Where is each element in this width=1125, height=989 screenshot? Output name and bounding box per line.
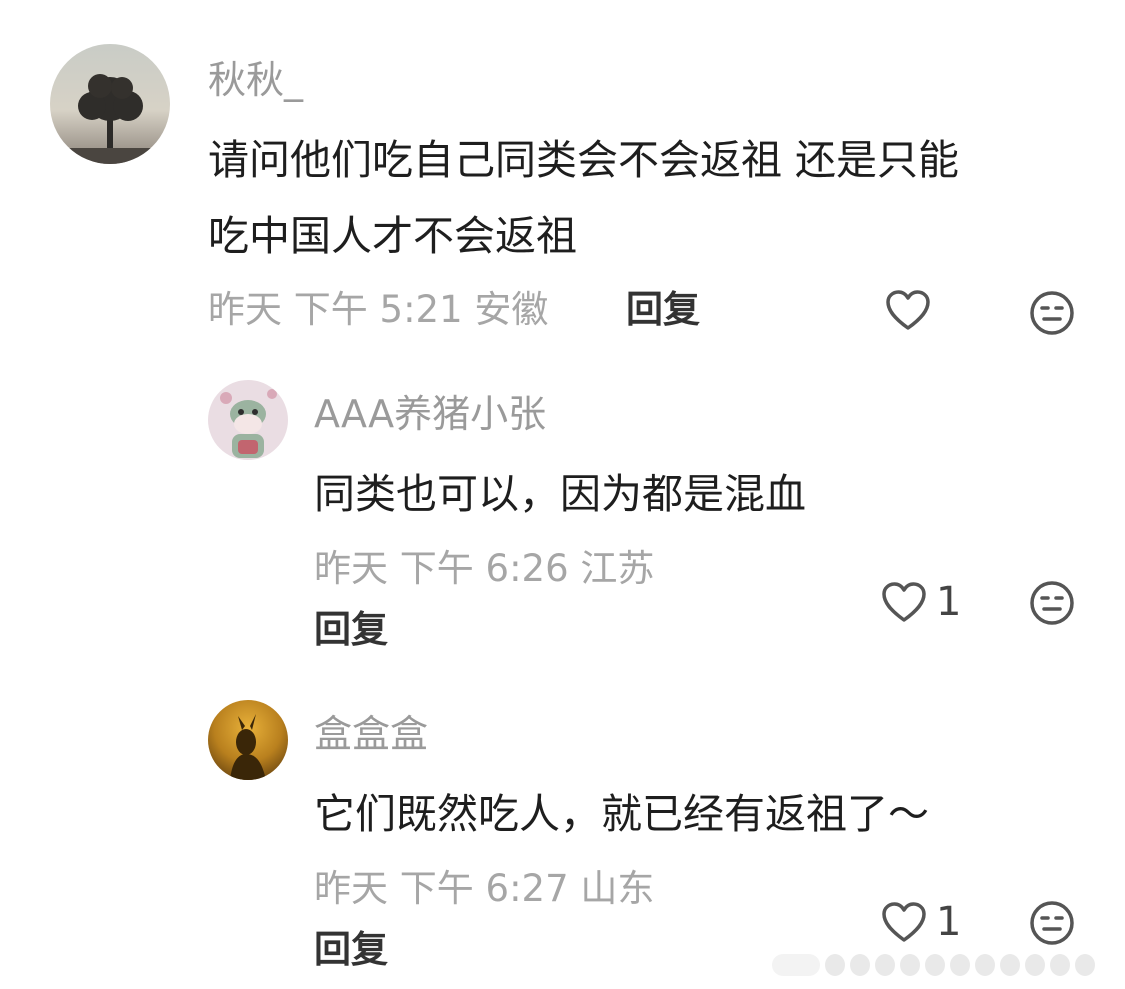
comment-meta: 昨天 下午 6:27 山东 xyxy=(314,867,655,910)
dislike-button[interactable] xyxy=(1029,580,1075,630)
username[interactable]: AAA养猪小张 xyxy=(314,390,546,438)
avatar[interactable] xyxy=(50,44,170,164)
heart-outline-icon xyxy=(882,902,926,942)
reply-button[interactable]: 回复 xyxy=(626,286,700,334)
username[interactable]: 秋秋_ xyxy=(208,56,303,104)
page-indicator-dot xyxy=(1025,954,1045,976)
heart-outline-icon xyxy=(886,290,930,330)
page-indicator-dot-active xyxy=(772,954,820,976)
heart-outline-icon xyxy=(882,582,926,622)
page-indicator-dot xyxy=(1050,954,1070,976)
avatar[interactable] xyxy=(208,700,288,780)
dislike-button[interactable] xyxy=(1029,290,1075,340)
page-indicator-dot xyxy=(1075,954,1095,976)
comment-meta: 昨天 下午 6:26 江苏 xyxy=(314,547,655,590)
page-indicator-dot xyxy=(1000,954,1020,976)
like-count: 1 xyxy=(936,579,962,625)
comment-text: 请问他们吃自己同类会不会返祖 还是只能 吃中国人才不会返祖 xyxy=(208,122,1088,274)
username[interactable]: 盒盒盒 xyxy=(314,710,428,758)
page-indicator xyxy=(772,954,1095,976)
page-indicator-dot xyxy=(825,954,845,976)
neutral-face-icon xyxy=(1030,901,1074,945)
reply-button[interactable]: 回复 xyxy=(314,926,388,974)
dislike-button[interactable] xyxy=(1029,900,1075,950)
comment-meta: 昨天 下午 5:21 安徽 xyxy=(208,288,549,331)
page-indicator-dot xyxy=(950,954,970,976)
like-button[interactable] xyxy=(884,288,932,332)
comment-text-line: 请问他们吃自己同类会不会返祖 还是只能 xyxy=(208,136,960,184)
comment-text: 它们既然吃人，就已经有返祖了～ xyxy=(314,790,929,838)
like-button[interactable]: 1 xyxy=(880,898,961,946)
like-count: 1 xyxy=(936,899,962,945)
page-indicator-dot xyxy=(925,954,945,976)
reply-button[interactable]: 回复 xyxy=(314,606,388,654)
page-indicator-dot xyxy=(975,954,995,976)
page-indicator-dot xyxy=(900,954,920,976)
neutral-face-icon xyxy=(1030,581,1074,625)
page-indicator-dot xyxy=(875,954,895,976)
page-indicator-dot xyxy=(850,954,870,976)
avatar[interactable] xyxy=(208,380,288,460)
comment-text: 同类也可以，因为都是混血 xyxy=(314,470,806,518)
comment-text-line: 吃中国人才不会返祖 xyxy=(208,212,577,260)
like-button[interactable]: 1 xyxy=(880,578,961,626)
neutral-face-icon xyxy=(1030,291,1074,335)
